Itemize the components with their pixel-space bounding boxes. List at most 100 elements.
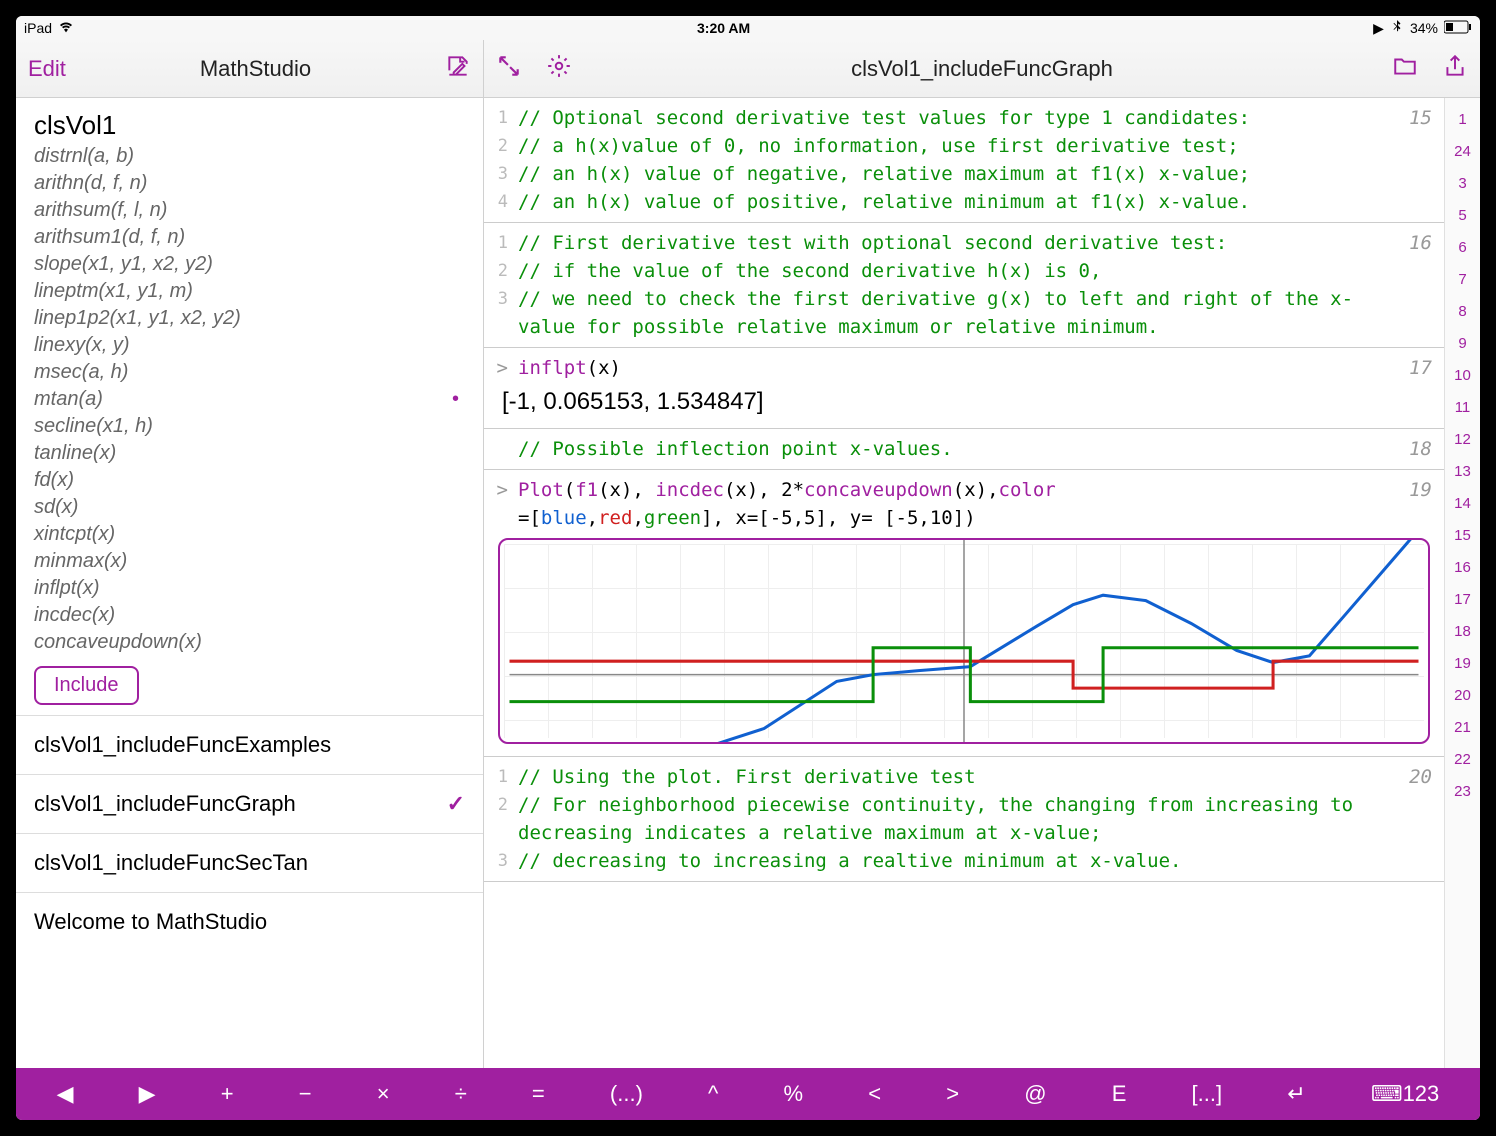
- sidebar-function-item[interactable]: arithsum(f, l, n): [16, 197, 483, 224]
- code-text: // For neighborhood piecewise continuity…: [518, 791, 1436, 847]
- code-text: // we need to check the first derivative…: [518, 285, 1436, 341]
- code-text: // an h(x) value of positive, relative m…: [518, 188, 1436, 216]
- gutter-line-number: 10: [1445, 360, 1480, 392]
- keyboard-key[interactable]: <: [858, 1077, 891, 1111]
- keyboard-key[interactable]: ⌨123: [1361, 1077, 1449, 1111]
- sidebar-function-item[interactable]: mtan(a): [16, 386, 483, 413]
- code-text: // Possible inflection point x-values.: [518, 435, 1436, 463]
- keyboard-key[interactable]: ×: [367, 1077, 400, 1111]
- sidebar-function-item[interactable]: linexy(x, y): [16, 332, 483, 359]
- keyboard-key[interactable]: ▶: [129, 1077, 166, 1111]
- sidebar-function-item[interactable]: tanline(x): [16, 440, 483, 467]
- wifi-icon: [58, 19, 74, 38]
- result-text: [-1, 0.065153, 1.534847]: [484, 382, 1444, 422]
- sidebar-doc-item[interactable]: clsVol1_includeFuncGraph: [16, 774, 483, 833]
- bluetooth-icon: [1390, 20, 1404, 37]
- keyboard-key[interactable]: ◀: [47, 1077, 84, 1111]
- gutter-line-number: 19: [1445, 648, 1480, 680]
- gutter-line-number: 1: [1445, 104, 1480, 136]
- battery-percent: 34%: [1410, 20, 1438, 36]
- device-label: iPad: [24, 20, 52, 36]
- keyboard-key[interactable]: >: [936, 1077, 969, 1111]
- line-number: 2: [484, 257, 518, 285]
- include-button[interactable]: Include: [34, 666, 139, 705]
- code-cell[interactable]: 201// Using the plot. First derivative t…: [484, 757, 1444, 882]
- gutter-line-number: 18: [1445, 616, 1480, 648]
- edit-button[interactable]: Edit: [28, 56, 66, 82]
- keyboard-key[interactable]: ÷: [445, 1077, 477, 1111]
- code-text: // decreasing to increasing a realtive m…: [518, 847, 1436, 875]
- cell-number: 17: [1409, 354, 1432, 382]
- sidebar-function-item[interactable]: fd(x): [16, 467, 483, 494]
- gutter-line-number: 5: [1445, 200, 1480, 232]
- line-number: 3: [484, 847, 518, 875]
- keyboard-key[interactable]: E: [1102, 1077, 1137, 1111]
- line-gutter: 1243567891011121314151617181920212223: [1444, 98, 1480, 1068]
- gear-icon[interactable]: [546, 53, 572, 84]
- line-number: 4: [484, 188, 518, 216]
- sidebar-function-item[interactable]: arithsum1(d, f, n): [16, 224, 483, 251]
- sidebar-function-item[interactable]: distrnl(a, b): [16, 143, 483, 170]
- gutter-line-number: 15: [1445, 520, 1480, 552]
- sidebar-function-item[interactable]: msec(a, h): [16, 359, 483, 386]
- code-cell[interactable]: 19>Plot(f1(x), incdec(x), 2*concaveupdow…: [484, 470, 1444, 757]
- sidebar-function-item[interactable]: minmax(x): [16, 548, 483, 575]
- cell-number: 18: [1409, 435, 1432, 463]
- sidebar-function-item[interactable]: inflpt(x): [16, 575, 483, 602]
- keyboard-key[interactable]: ^: [698, 1077, 728, 1111]
- code-text: inflpt(x): [518, 354, 1436, 382]
- code-cell[interactable]: 17 >inflpt(x)[-1, 0.065153, 1.534847]: [484, 348, 1444, 429]
- sidebar-function-item[interactable]: secline(x1, h): [16, 413, 483, 440]
- sidebar-function-item[interactable]: incdec(x): [16, 602, 483, 629]
- gutter-line-number: 11: [1445, 392, 1480, 424]
- cell-number: 15: [1409, 104, 1432, 132]
- gutter-line-number: 6: [1445, 232, 1480, 264]
- keyboard-key[interactable]: [...]: [1182, 1077, 1233, 1111]
- keyboard-key[interactable]: ↵: [1277, 1077, 1315, 1111]
- line-number: 2: [484, 132, 518, 160]
- code-text: // a h(x)value of 0, no information, use…: [518, 132, 1436, 160]
- code-cell[interactable]: 18// Possible inflection point x-values.: [484, 429, 1444, 470]
- keyboard-key[interactable]: %: [774, 1077, 814, 1111]
- gutter-line-number: 14: [1445, 488, 1480, 520]
- sidebar-function-item[interactable]: xintcpt(x): [16, 521, 483, 548]
- keyboard-key[interactable]: =: [522, 1077, 555, 1111]
- editor[interactable]: 151// Optional second derivative test va…: [484, 98, 1444, 1068]
- folder-icon[interactable]: [1392, 53, 1418, 84]
- keyboard-key[interactable]: (...): [600, 1077, 653, 1111]
- keyboard-key[interactable]: @: [1014, 1077, 1056, 1111]
- code-text: // if the value of the second derivative…: [518, 257, 1436, 285]
- compose-icon[interactable]: [445, 53, 471, 84]
- expand-icon[interactable]: [496, 53, 522, 84]
- gutter-line-number: 13: [1445, 456, 1480, 488]
- document-title: clsVol1_includeFuncGraph: [596, 56, 1368, 82]
- sidebar-function-item[interactable]: arithn(d, f, n): [16, 170, 483, 197]
- gutter-line-number: 8: [1445, 296, 1480, 328]
- sidebar-group-title: clsVol1: [16, 104, 483, 143]
- sidebar-doc-item[interactable]: Welcome to MathStudio: [16, 892, 483, 951]
- line-number: 1: [484, 229, 518, 257]
- line-number: 1: [484, 763, 518, 791]
- sidebar-function-item[interactable]: sd(x): [16, 494, 483, 521]
- code-text: // an h(x) value of negative, relative m…: [518, 160, 1436, 188]
- code-text: // Using the plot. First derivative test: [518, 763, 1436, 791]
- code-text: Plot(f1(x), incdec(x), 2*concaveupdown(x…: [518, 476, 1436, 532]
- status-bar: iPad 3:20 AM ▶ 34%: [16, 16, 1480, 40]
- keyboard-key[interactable]: −: [289, 1077, 322, 1111]
- line-number: [484, 435, 518, 463]
- sidebar-function-item[interactable]: concaveupdown(x): [16, 629, 483, 656]
- line-number: 3: [484, 285, 518, 341]
- prompt-icon: >: [484, 354, 518, 382]
- share-icon[interactable]: [1442, 53, 1468, 84]
- code-cell[interactable]: 161// First derivative test with optiona…: [484, 223, 1444, 348]
- sidebar-function-item[interactable]: slope(x1, y1, x2, y2): [16, 251, 483, 278]
- sidebar-function-item[interactable]: lineptm(x1, y1, m): [16, 278, 483, 305]
- sidebar-doc-item[interactable]: clsVol1_includeFuncSecTan: [16, 833, 483, 892]
- plot-canvas[interactable]: [498, 538, 1430, 744]
- keyboard-key[interactable]: +: [211, 1077, 244, 1111]
- app-title: MathStudio: [66, 56, 445, 82]
- code-cell[interactable]: 151// Optional second derivative test va…: [484, 98, 1444, 223]
- line-number: 1: [484, 104, 518, 132]
- sidebar-doc-item[interactable]: clsVol1_includeFuncExamples: [16, 715, 483, 774]
- sidebar-function-item[interactable]: linep1p2(x1, y1, x2, y2): [16, 305, 483, 332]
